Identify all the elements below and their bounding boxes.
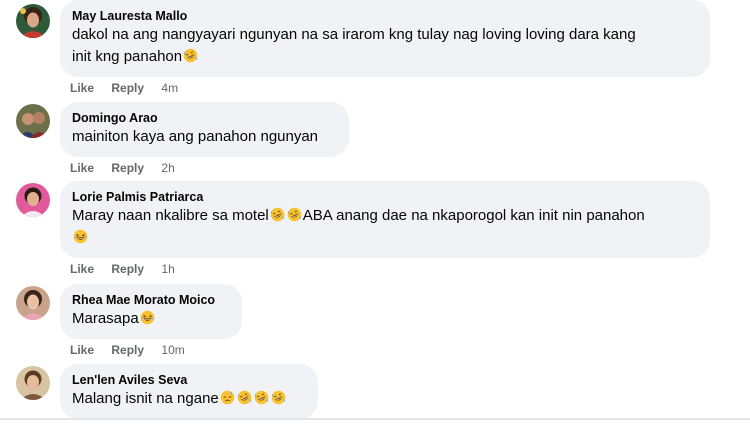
comment-timestamp[interactable]: 1h bbox=[161, 262, 174, 276]
comment-thread: May Lauresta Mallo dakol na ang nangyaya… bbox=[0, 0, 750, 424]
comment-actions: Like Reply 10m bbox=[70, 342, 185, 358]
avatar[interactable] bbox=[16, 104, 50, 138]
avatar[interactable] bbox=[16, 4, 50, 38]
comment-bubble: Rhea Mae Morato Moico Marasapa bbox=[60, 284, 242, 339]
comment-author[interactable]: Rhea Mae Morato Moico bbox=[72, 292, 230, 308]
divider bbox=[0, 418, 750, 420]
comment-text-line: dakol na ang nangyayari ngunyan na sa ir… bbox=[72, 26, 636, 43]
like-button[interactable]: Like bbox=[70, 262, 94, 276]
comment-author[interactable]: May Lauresta Mallo bbox=[72, 8, 698, 24]
comment-text: Malang isnit na ngane bbox=[72, 388, 306, 410]
comment-timestamp[interactable]: 10m bbox=[161, 343, 184, 357]
like-button[interactable]: Like bbox=[70, 343, 94, 357]
comment-text-line: init kng panahon bbox=[72, 48, 183, 65]
laughing-emoji bbox=[140, 310, 155, 325]
like-button[interactable]: Like bbox=[70, 81, 94, 95]
comment-author[interactable]: Lorie Palmis Patriarca bbox=[72, 189, 698, 205]
comment-bubble: Len'len Aviles Seva Malang isnit na ngan… bbox=[60, 364, 318, 419]
comment-bubble: Domingo Arao mainiton kaya ang panahon n… bbox=[60, 102, 349, 157]
laughing-emoji bbox=[73, 229, 88, 244]
comment-timestamp[interactable]: 4m bbox=[161, 81, 178, 95]
rofl-emoji bbox=[287, 207, 302, 222]
comment-author[interactable]: Len'len Aviles Seva bbox=[72, 372, 306, 388]
reply-button[interactable]: Reply bbox=[111, 343, 144, 357]
avatar[interactable] bbox=[16, 183, 50, 217]
comment-text: Marasapa bbox=[72, 308, 230, 330]
avatar[interactable] bbox=[16, 286, 50, 320]
like-button[interactable]: Like bbox=[70, 161, 94, 175]
comment-actions: Like Reply 1h bbox=[70, 261, 175, 277]
reply-button[interactable]: Reply bbox=[111, 161, 144, 175]
comment-text: Maray naan nkalibre sa motel ABA anang da… bbox=[72, 205, 698, 249]
comment-text: mainiton kaya ang panahon ngunyan bbox=[72, 128, 319, 145]
reply-button[interactable]: Reply bbox=[111, 262, 144, 276]
comment-author[interactable]: Domingo Arao bbox=[72, 110, 337, 126]
reply-button[interactable]: Reply bbox=[111, 81, 144, 95]
comment-bubble: Lorie Palmis Patriarca Maray naan nkalib… bbox=[60, 181, 710, 258]
rofl-emoji bbox=[183, 48, 198, 63]
rofl-emoji bbox=[270, 207, 285, 222]
comment-text-part: ABA anang dae na nkaporogol kan init nin… bbox=[302, 207, 645, 224]
comment-actions: Like Reply 2h bbox=[70, 160, 175, 176]
comment-actions: Like Reply 4m bbox=[70, 80, 178, 96]
comment-text: dakol na ang nangyayari ngunyan na sa ir… bbox=[72, 24, 698, 68]
comment-text-part: Marasapa bbox=[72, 310, 139, 327]
comment-text-part: Malang isnit na ngane bbox=[72, 390, 219, 407]
comment-bubble: May Lauresta Mallo dakol na ang nangyaya… bbox=[60, 0, 710, 77]
rofl-emoji bbox=[254, 390, 269, 405]
avatar[interactable] bbox=[16, 366, 50, 400]
rofl-emoji bbox=[237, 390, 252, 405]
comment-text-part: Maray naan nkalibre sa motel bbox=[72, 207, 269, 224]
sad-sweat-emoji bbox=[220, 390, 235, 405]
rofl-emoji bbox=[271, 390, 286, 405]
comment-timestamp[interactable]: 2h bbox=[161, 161, 174, 175]
